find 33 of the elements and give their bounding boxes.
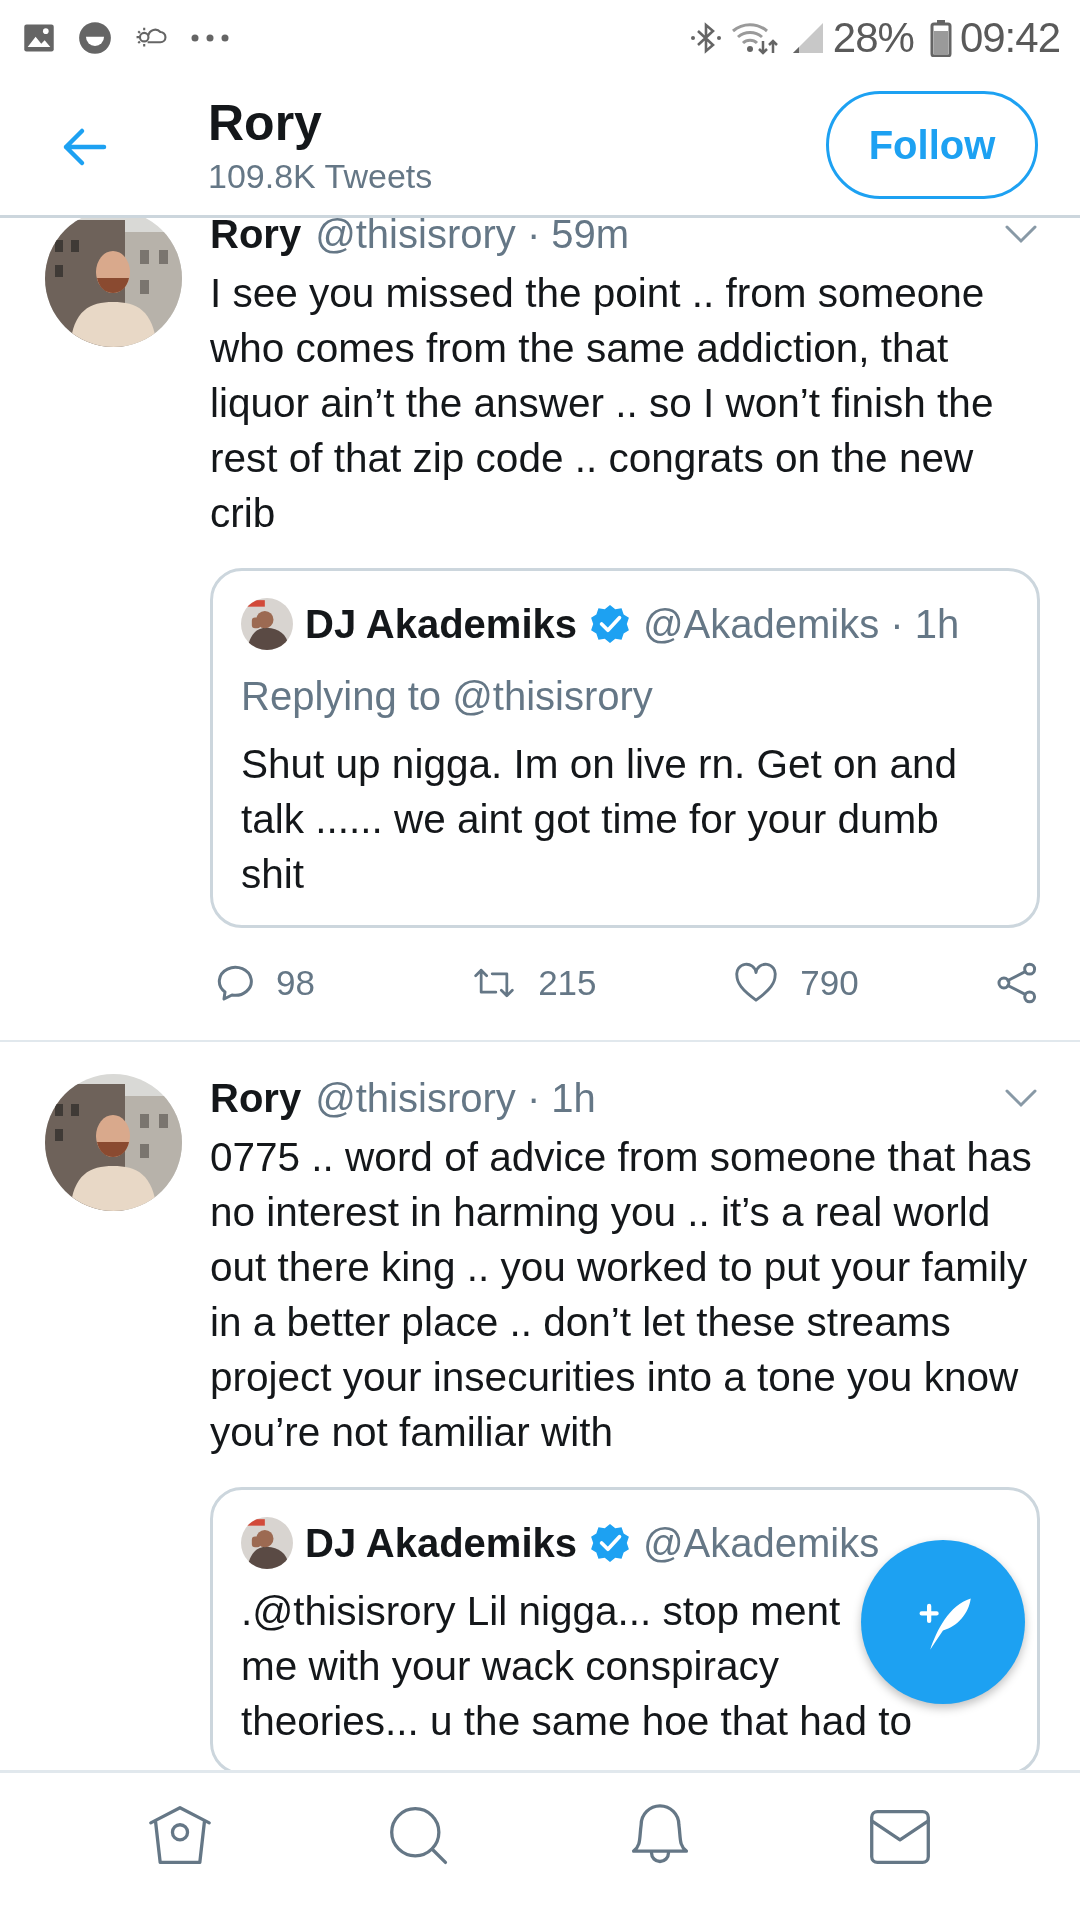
clock: 09:42 — [959, 13, 1060, 62]
author-name: Rory — [210, 1075, 302, 1121]
retweet-count: 215 — [538, 963, 597, 1003]
profile-name: Rory — [208, 96, 323, 150]
back-arrow-icon[interactable] — [62, 127, 108, 167]
heart-icon[interactable] — [734, 961, 779, 1005]
quoted-tweet-card[interactable]: DJ Akademiks @Akademiks · 1h Replying to @thisisrory Shut up nigga. Im on live rn. Get on and talk ...... we aint got time for your dumb shit — [210, 568, 1040, 928]
handle-time: @Akademiks — [643, 1520, 880, 1566]
like-count: 790 — [800, 963, 859, 1003]
handle-time: @thisisrory · 1h — [315, 1075, 597, 1121]
circle-icon — [78, 20, 112, 55]
handle-time: @thisisrory · 59m — [315, 218, 631, 257]
battery-percent: 28% — [832, 13, 914, 62]
chevron-down-icon[interactable] — [1004, 224, 1038, 244]
tweet-count: 109.8K Tweets — [208, 158, 434, 194]
bluetooth-icon — [688, 20, 723, 55]
author-name: DJ Akademiks — [305, 1520, 577, 1566]
author-name: DJ Akademiks — [305, 601, 577, 647]
handle-time: @Akademiks · 1h — [643, 601, 960, 647]
author-name: Rory — [210, 218, 302, 257]
quoted-text-line: me with your wack conspiracy — [241, 1644, 779, 1688]
more-icon — [190, 33, 230, 42]
quoted-text-line: talk ...... we aint got time for your dumb — [241, 797, 939, 841]
tweet-text: 0775 .. word of advice from someone that has no interest in harming you .. it’s a real world out there king .. you worked to put your family in a better place .. don’t let these streams project your insecurities into a tone you know you’re not familiar with — [210, 1133, 1033, 1457]
replying-to: Replying to @thisisrory — [241, 673, 654, 720]
quoted-text-line: Shut up nigga. Im on live rn. Get on and — [241, 742, 957, 786]
chevron-down-icon[interactable] — [1004, 1088, 1038, 1108]
battery-icon — [929, 18, 952, 57]
tweet-text: I see you missed the point .. from someone who comes from the same addiction, that liquor ain’t the answer .. so I won’t finish the rest of that zip code .. congrats on the new crib — [210, 269, 995, 538]
quoted-text-line: shit — [241, 852, 305, 896]
quoted-text-line: .@thisisrory Lil nigga... stop ment — [241, 1589, 841, 1633]
quoted-text-line: theories... u the same hoe that had to — [241, 1699, 912, 1743]
reply-count: 98 — [276, 963, 315, 1003]
